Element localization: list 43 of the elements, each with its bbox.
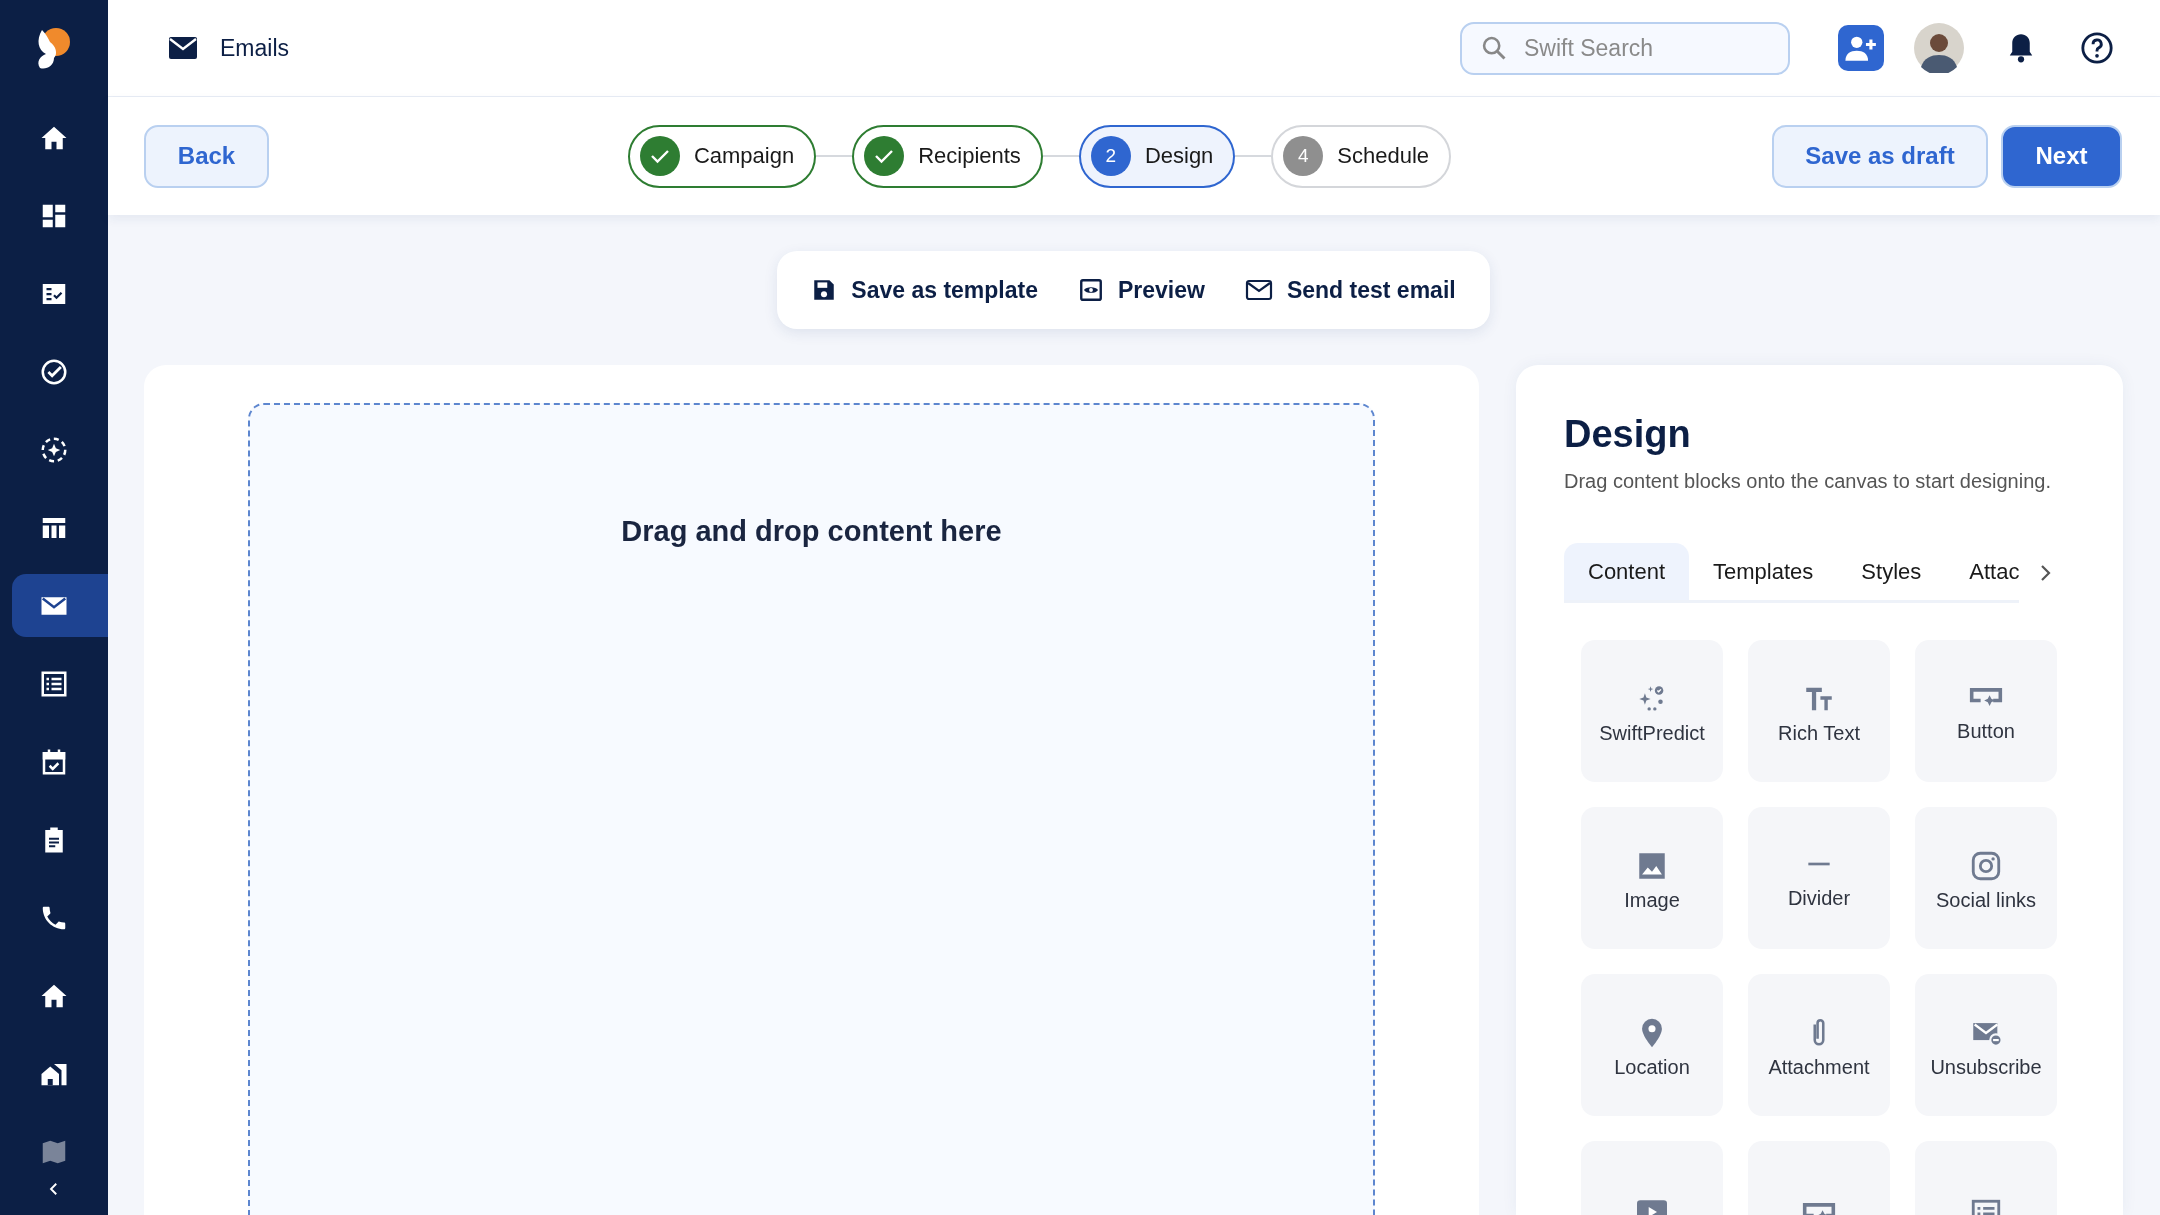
step-tab[interactable]: Campaign xyxy=(627,124,817,188)
divider-icon xyxy=(1807,861,1831,866)
sidebar-nav-item[interactable] xyxy=(12,574,108,637)
step-tab[interactable]: Recipients xyxy=(852,124,1043,188)
envelope-icon xyxy=(168,36,198,60)
panel-tab[interactable]: Attac xyxy=(1945,543,2019,600)
search-field[interactable]: Swift Search xyxy=(1460,21,1790,75)
toolbar-button[interactable]: Preview xyxy=(1062,268,1221,312)
add-user-button[interactable] xyxy=(1838,25,1884,71)
panel-description: Drag content blocks onto the canvas to start designing. xyxy=(1564,470,2052,493)
next-button[interactable]: Next xyxy=(2001,124,2122,188)
panel-title: Design xyxy=(1564,413,1692,456)
chevron-right-icon[interactable] xyxy=(2039,563,2053,583)
content-block-tile[interactable]: Divider xyxy=(1748,807,1890,949)
back-button[interactable]: Back xyxy=(144,124,269,188)
panel-tab[interactable]: Styles xyxy=(1837,543,1946,600)
checkmark-icon xyxy=(639,136,680,176)
help-icon[interactable] xyxy=(2080,31,2114,65)
content-block-tile[interactable]: Social links xyxy=(1915,807,2057,949)
step-tab[interactable]: 4 Schedule xyxy=(1271,124,1452,188)
avatar[interactable] xyxy=(1914,23,1964,73)
step-number: 4 xyxy=(1283,136,1324,176)
page-title: Emails xyxy=(220,34,289,62)
step-number: 2 xyxy=(1090,136,1131,176)
content-block-tile[interactable]: Attachment xyxy=(1748,974,1890,1116)
content-block-tile[interactable]: Image xyxy=(1581,807,1723,949)
toolbar-button[interactable]: Send test email xyxy=(1228,268,1472,312)
button-icon xyxy=(1969,685,2003,708)
toolbar-button[interactable]: Save as template xyxy=(795,268,1054,312)
drop-hint: Drag and drop content here xyxy=(621,515,1002,548)
envelope-icon xyxy=(1244,278,1273,302)
panel-tab[interactable]: Content xyxy=(1564,543,1690,600)
content-block-tile[interactable]: SwiftPredict xyxy=(1581,640,1723,782)
drop-zone[interactable]: Drag and drop content here xyxy=(248,403,1375,1215)
eye-icon xyxy=(1078,277,1104,303)
content-block-tile[interactable]: Button xyxy=(1915,640,2057,782)
checkmark-icon xyxy=(864,136,905,176)
content-block-tile[interactable]: Location xyxy=(1581,974,1723,1116)
content-block-tile[interactable]: Unsubscribe xyxy=(1915,974,2057,1116)
step-tab[interactable]: 2 Design xyxy=(1078,124,1236,188)
panel-tab[interactable]: Templates xyxy=(1689,543,1838,600)
content-block-tile[interactable]: Rich Text xyxy=(1748,640,1890,782)
save-as-draft-button[interactable]: Save as draft xyxy=(1772,124,1988,188)
